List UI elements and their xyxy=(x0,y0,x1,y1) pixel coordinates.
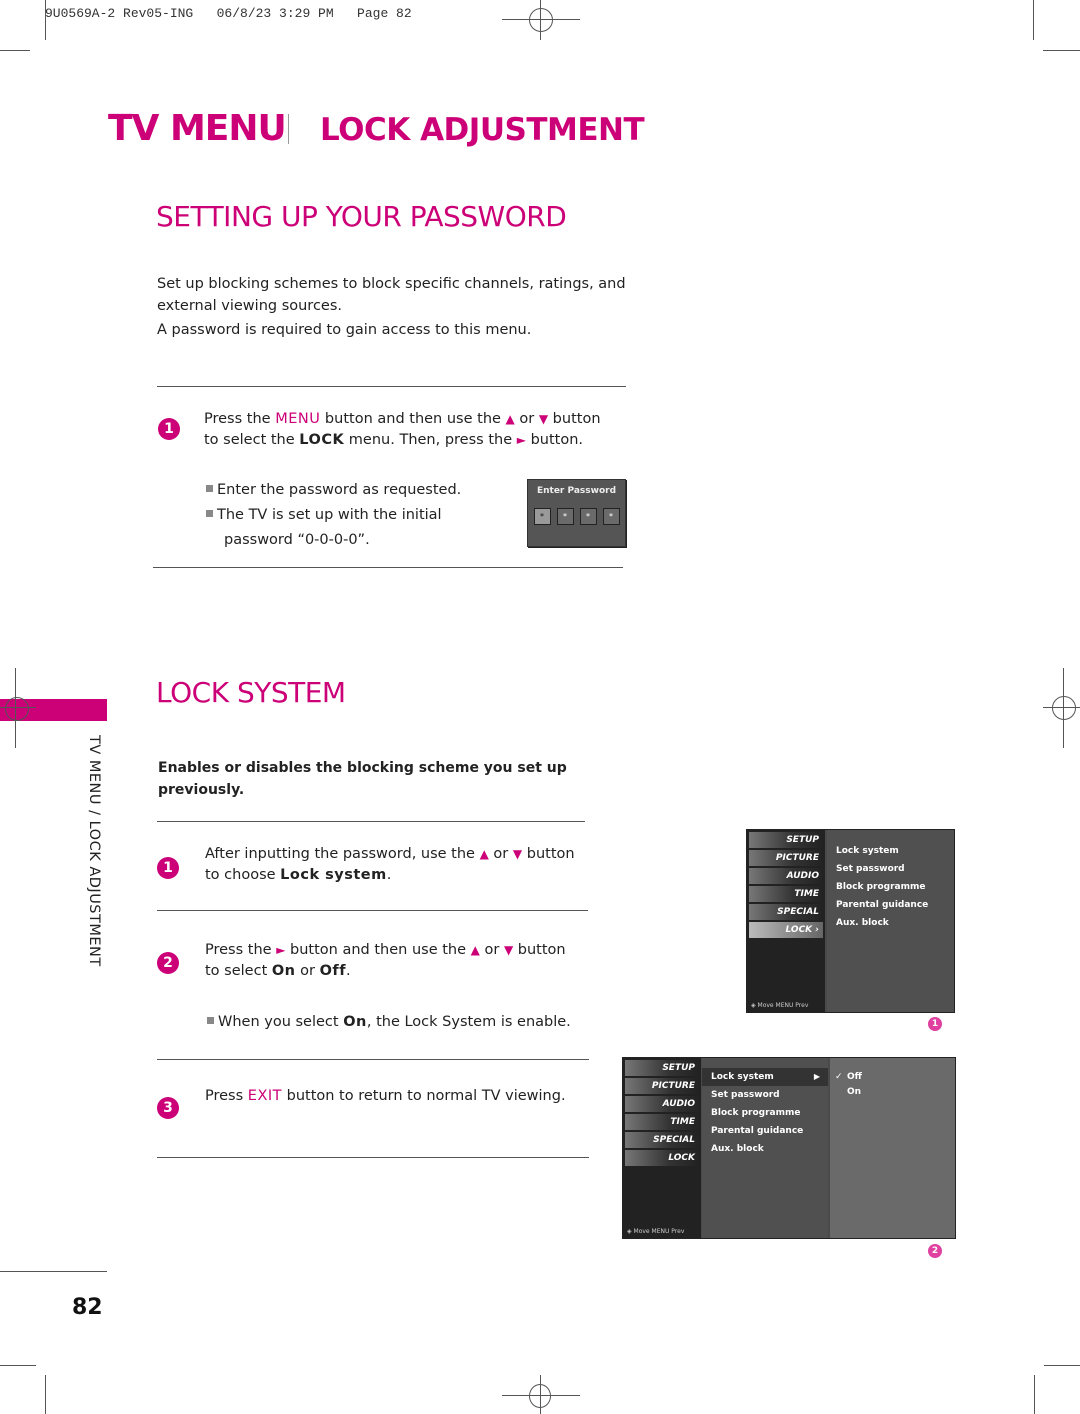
page-header-subtitle: LOCK ADJUSTMENT xyxy=(320,112,645,148)
bullet-icon xyxy=(206,509,213,517)
lock-menu-items: Lock system Set password Block programme… xyxy=(827,830,954,1012)
divider xyxy=(157,1157,589,1158)
category-time[interactable]: TIME xyxy=(749,886,823,902)
divider xyxy=(157,910,588,911)
menu-item-aux-block[interactable]: Aux. block xyxy=(827,914,954,932)
category-lock[interactable]: LOCK xyxy=(625,1150,699,1166)
tv-menu-screenshot-1: SETUP PICTURE AUDIO TIME SPECIAL LOCK › … xyxy=(746,829,955,1013)
category-picture[interactable]: PICTURE xyxy=(749,850,823,866)
crop-mark xyxy=(0,50,30,51)
menu-item-set-password[interactable]: Set password xyxy=(827,860,954,878)
lock-menu-items: Lock system ▶ Set password Block program… xyxy=(702,1058,828,1238)
crop-mark xyxy=(45,1375,46,1414)
divider xyxy=(157,1059,589,1060)
down-arrow-icon: ▼ xyxy=(538,412,549,426)
category-setup[interactable]: SETUP xyxy=(749,832,823,848)
divider xyxy=(157,386,626,387)
category-audio[interactable]: AUDIO xyxy=(749,868,823,884)
step-number: 3 xyxy=(157,1097,179,1119)
down-arrow-icon: ▼ xyxy=(503,943,514,957)
menu-item-block-programme[interactable]: Block programme xyxy=(827,878,954,896)
option-off[interactable]: ✓ Off xyxy=(830,1070,955,1085)
osd-label: Enter Password xyxy=(536,486,617,496)
registration-mark-icon xyxy=(5,697,29,721)
category-list: SETUP PICTURE AUDIO TIME SPECIAL LOCK › … xyxy=(747,830,825,1012)
off-keyword: Off xyxy=(319,963,347,979)
print-slug: 9U0569A-2 Rev05-ING 06/8/23 3:29 PM Page… xyxy=(45,6,412,21)
submenu-arrow-icon: ▶ xyxy=(813,1072,820,1081)
lock-step-3: Press EXIT button to return to normal TV… xyxy=(205,1088,566,1104)
crop-mark xyxy=(1044,1365,1080,1366)
password-notes: Enter the password as requested. The TV … xyxy=(206,478,506,553)
section-title-lock-system: LOCK SYSTEM xyxy=(156,676,346,709)
header-divider xyxy=(288,114,289,144)
on-keyword: On xyxy=(271,963,296,979)
lock-description: Enables or disables the blocking scheme … xyxy=(158,760,567,798)
crop-mark xyxy=(0,1365,36,1366)
menu-item-lock-system[interactable]: Lock system xyxy=(827,842,954,860)
crop-mark xyxy=(1034,1375,1035,1414)
password-digit-field[interactable]: * xyxy=(602,508,620,525)
registration-mark-icon xyxy=(529,1384,551,1408)
menu-item-lock-system[interactable]: Lock system ▶ xyxy=(702,1068,828,1086)
bullet-icon xyxy=(207,1016,214,1024)
step-number: 1 xyxy=(158,418,180,440)
password-digit-field[interactable]: * xyxy=(533,508,551,525)
password-intro-2: A password is required to gain access to… xyxy=(157,322,532,338)
crop-mark xyxy=(45,0,46,40)
menu-footer: ◈ Move MENU Prev xyxy=(627,1228,685,1235)
menu-item-set-password[interactable]: Set password xyxy=(702,1086,828,1104)
lock-options: ✓ Off On xyxy=(830,1058,955,1238)
figure-number: 1 xyxy=(928,1017,942,1031)
lock-note: When you select On, the Lock System is e… xyxy=(207,1010,587,1035)
page-header-title: TV MENU xyxy=(108,108,287,149)
password-step-1: Press the MENU button and then use the ▲… xyxy=(204,411,601,448)
category-list: SETUP PICTURE AUDIO TIME SPECIAL LOCK ◈ … xyxy=(623,1058,701,1238)
footer-rule xyxy=(0,1271,107,1272)
exit-keyword: EXIT xyxy=(247,1088,283,1104)
password-digit-field[interactable]: * xyxy=(556,508,574,525)
menu-item-aux-block[interactable]: Aux. block xyxy=(702,1140,828,1158)
category-special[interactable]: SPECIAL xyxy=(625,1132,699,1148)
right-arrow-icon: ► xyxy=(516,433,526,447)
up-arrow-icon: ▲ xyxy=(479,847,489,861)
down-arrow-icon: ▼ xyxy=(512,847,523,861)
step-number: 1 xyxy=(157,857,179,879)
password-digit-field[interactable]: * xyxy=(579,508,597,525)
category-lock[interactable]: LOCK › xyxy=(749,922,823,938)
lock-step-2: Press the ► button and then use the ▲ or… xyxy=(205,942,566,979)
up-arrow-icon: ▲ xyxy=(470,943,480,957)
page-number: 82 xyxy=(72,1295,103,1320)
section-title-password: SETTING UP YOUR PASSWORD xyxy=(156,200,567,233)
menu-item-block-programme[interactable]: Block programme xyxy=(702,1104,828,1122)
category-picture[interactable]: PICTURE xyxy=(625,1078,699,1094)
menu-footer: ◈ Move MENU Prev xyxy=(751,1002,809,1009)
lock-keyword: LOCK xyxy=(299,432,345,448)
lock-step-1: After inputting the password, use the ▲ … xyxy=(205,846,575,883)
enter-password-osd: Enter Password * * * * xyxy=(527,479,626,547)
bullet-icon xyxy=(206,484,213,492)
registration-mark-icon xyxy=(529,8,553,32)
up-arrow-icon: ▲ xyxy=(505,412,515,426)
tv-menu-screenshot-2: SETUP PICTURE AUDIO TIME SPECIAL LOCK ◈ … xyxy=(622,1057,956,1239)
menu-item-parental-guidance[interactable]: Parental guidance xyxy=(702,1122,828,1140)
crop-mark xyxy=(1033,0,1034,40)
figure-number: 2 xyxy=(928,1244,942,1258)
check-icon: ✓ xyxy=(835,1072,843,1082)
category-special[interactable]: SPECIAL xyxy=(749,904,823,920)
category-audio[interactable]: AUDIO xyxy=(625,1096,699,1112)
step-number: 2 xyxy=(157,952,179,974)
menu-item-parental-guidance[interactable]: Parental guidance xyxy=(827,896,954,914)
divider xyxy=(157,821,585,822)
menu-keyword: MENU xyxy=(275,411,321,427)
lock-system-keyword: Lock system xyxy=(280,867,387,883)
category-setup[interactable]: SETUP xyxy=(625,1060,699,1076)
password-intro: Set up blocking schemes to block specifi… xyxy=(157,276,626,314)
crop-mark xyxy=(1043,50,1080,51)
registration-mark-icon xyxy=(1052,696,1076,720)
option-on[interactable]: On xyxy=(830,1085,955,1100)
divider xyxy=(153,567,623,568)
side-tab-label: TV MENU / LOCK ADJUSTMENT xyxy=(86,735,102,967)
category-time[interactable]: TIME xyxy=(625,1114,699,1130)
